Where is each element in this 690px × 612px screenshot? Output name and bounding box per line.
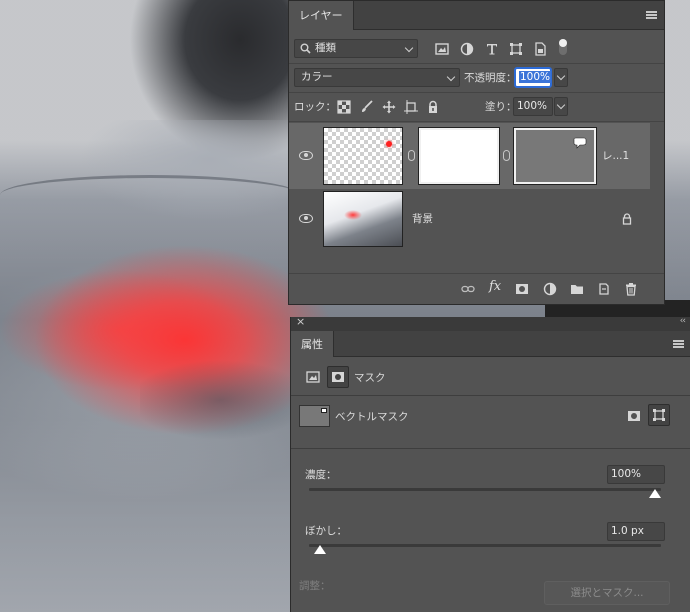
background-thumbnail [323, 191, 403, 247]
pixel-mask-mode-icon[interactable] [306, 370, 320, 384]
shape-layer-filter-icon[interactable] [509, 42, 523, 56]
vector-shape-icon [573, 137, 587, 149]
blend-row: カラー 不透明度： 100% [289, 67, 664, 89]
lock-row: ロック： 塗り： 100% [289, 96, 664, 118]
properties-tabbar: 属性 [291, 331, 690, 357]
search-icon [300, 43, 311, 54]
close-panel-icon[interactable]: × [296, 315, 305, 328]
link-layers-icon[interactable] [461, 282, 475, 296]
layer-lock-icon[interactable] [622, 213, 632, 225]
layer-name[interactable]: レ...1 [602, 149, 629, 163]
layers-tabbar: レイヤー [289, 1, 664, 30]
new-group-folder-icon[interactable] [570, 282, 584, 296]
fill-label: 塗り： [485, 101, 517, 113]
layers-panel: レイヤー 種類 カラー 不透明度： 100% ロック： 塗り： 100% レ..… [288, 0, 665, 305]
fill-slider-toggle[interactable] [554, 97, 568, 116]
layer-filter-row: 種類 [289, 37, 664, 59]
blend-mode-dropdown[interactable]: カラー [294, 68, 460, 87]
layer-mask-thumbnail[interactable] [418, 127, 500, 185]
density-value: 100% [611, 468, 642, 480]
feather-input[interactable]: 1.0 px [607, 522, 665, 541]
vector-mask-row: ベクトルマスク [291, 399, 690, 443]
fx-icon[interactable]: fx [489, 279, 501, 294]
canvas-shadow [140, 360, 300, 480]
tab-properties[interactable]: 属性 [291, 331, 334, 357]
filter-kind-label: 種類 [315, 42, 336, 54]
new-adjustment-layer-icon[interactable] [543, 282, 557, 296]
canvas-shoulder-contour [0, 175, 300, 215]
feather-slider-thumb[interactable] [314, 545, 326, 554]
feather-slider-track[interactable] [309, 544, 661, 547]
divider [291, 395, 690, 396]
opacity-slider-toggle[interactable] [554, 68, 568, 87]
add-mask-icon[interactable] [515, 282, 529, 296]
lock-label: ロック： [294, 101, 336, 113]
fill-value: 100% [517, 100, 548, 112]
layers-footer: fx [289, 273, 664, 303]
vector-mask-preview [299, 405, 330, 427]
panel-menu-icon[interactable] [673, 340, 684, 348]
refine-label: 調整： [299, 580, 331, 592]
mask-icon [332, 372, 344, 382]
eye-visibility-icon[interactable] [299, 214, 313, 223]
tab-layers[interactable]: レイヤー [289, 1, 354, 30]
lock-all-icon[interactable] [426, 100, 440, 114]
vector-mask-label: ベクトルマスク [335, 411, 409, 423]
density-slider-thumb[interactable] [649, 489, 661, 498]
feather-label: ぼかし： [305, 525, 347, 537]
layer-thumbnail [323, 127, 403, 185]
lock-transparency-icon[interactable] [337, 100, 351, 114]
type-layer-filter-icon[interactable] [485, 42, 499, 56]
layer-name[interactable]: 背景 [412, 212, 433, 226]
add-pixel-mask-icon[interactable] [627, 409, 641, 423]
filter-toggle-knob [559, 39, 567, 47]
lock-image-pixels-icon[interactable] [360, 100, 374, 114]
workspace: レイヤー 種類 カラー 不透明度： 100% ロック： 塗り： 100% レ..… [0, 0, 690, 612]
vector-shape-marker [321, 408, 327, 413]
select-and-mask-button[interactable]: 選択とマスク... [544, 581, 670, 605]
collapse-panel-icon[interactable]: ‹‹ [680, 316, 686, 326]
opacity-label: 不透明度： [464, 72, 517, 84]
link-chain-icon[interactable] [408, 150, 415, 161]
opacity-value: 100% [519, 71, 552, 83]
pixel-layer-filter-icon[interactable] [435, 42, 449, 56]
feather-value: 1.0 px [611, 525, 644, 537]
properties-title-strip: × ‹‹ [291, 315, 690, 331]
lock-artboard-icon[interactable] [404, 100, 418, 114]
adjustment-layer-filter-icon[interactable] [460, 42, 474, 56]
fill-input[interactable]: 100% [513, 97, 553, 116]
divider [289, 63, 664, 64]
mask-section-label: マスク [354, 372, 386, 384]
thumbnail-red-area [344, 210, 362, 220]
density-slider-track[interactable] [309, 488, 661, 491]
red-dot-marker [386, 141, 392, 147]
layer-row-color[interactable]: レ...1 [289, 123, 650, 189]
properties-panel: × ‹‹ 属性 マスク ベクトルマスク 濃度： 100% ぼかし： 1.0 px… [290, 315, 690, 612]
eye-visibility-icon[interactable] [299, 151, 313, 160]
link-chain-icon[interactable] [503, 150, 510, 161]
filter-kind-dropdown[interactable]: 種類 [294, 39, 418, 58]
vector-mask-thumbnail[interactable] [513, 127, 597, 185]
vector-mask-mode-button[interactable] [648, 404, 670, 426]
vector-mask-icon [653, 409, 665, 421]
density-input[interactable]: 100% [607, 465, 665, 484]
divider [289, 92, 664, 93]
opacity-input[interactable]: 100% [515, 68, 552, 87]
panel-menu-icon[interactable] [646, 11, 657, 19]
filter-toggle-switch[interactable] [559, 39, 567, 55]
mask-mode-row: マスク [291, 361, 690, 393]
density-label: 濃度： [305, 469, 337, 481]
divider [291, 448, 690, 449]
smart-object-filter-icon[interactable] [533, 42, 547, 56]
layer-row-background[interactable]: 背景 [289, 189, 650, 255]
lock-position-icon[interactable] [382, 100, 396, 114]
divider [289, 121, 664, 122]
chevron-down-icon [446, 72, 456, 82]
chevron-down-icon [404, 43, 414, 53]
new-layer-icon[interactable] [597, 282, 611, 296]
blend-mode-label: カラー [301, 71, 333, 83]
trash-icon[interactable] [624, 282, 638, 296]
mask-mode-button[interactable] [327, 366, 349, 388]
